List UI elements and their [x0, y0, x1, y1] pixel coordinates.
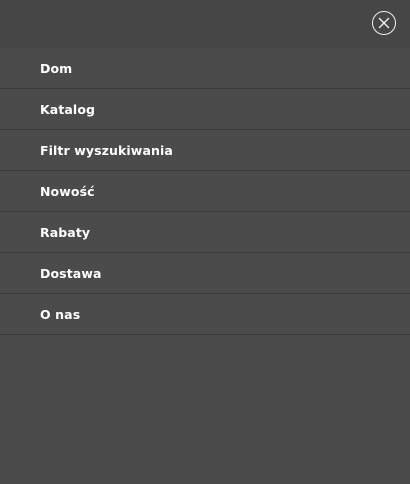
- menu-item-label: Rabaty: [40, 224, 91, 240]
- menu-item-label: Dostawa: [40, 265, 102, 281]
- mobile-menu-panel: Dom Katalog Filtr wyszukiwania Nowość Ra…: [0, 0, 410, 484]
- menu-header: [0, 0, 410, 48]
- menu-item-delivery[interactable]: Dostawa: [0, 253, 410, 294]
- menu-item-label: Nowość: [40, 183, 95, 199]
- menu-item-dom[interactable]: Dom: [0, 48, 410, 89]
- close-button[interactable]: [372, 11, 396, 35]
- menu-item-label: Katalog: [40, 101, 96, 117]
- menu-item-search-filter[interactable]: Filtr wyszukiwania: [0, 130, 410, 171]
- close-icon: [378, 17, 390, 29]
- menu-item-katalog[interactable]: Katalog: [0, 89, 410, 130]
- menu-item-discounts[interactable]: Rabaty: [0, 212, 410, 253]
- menu-item-label: O nas: [40, 306, 81, 322]
- menu-item-new[interactable]: Nowość: [0, 171, 410, 212]
- menu-list: Dom Katalog Filtr wyszukiwania Nowość Ra…: [0, 48, 410, 335]
- menu-item-label: Filtr wyszukiwania: [40, 142, 173, 158]
- menu-item-label: Dom: [40, 60, 73, 76]
- menu-item-about[interactable]: O nas: [0, 294, 410, 335]
